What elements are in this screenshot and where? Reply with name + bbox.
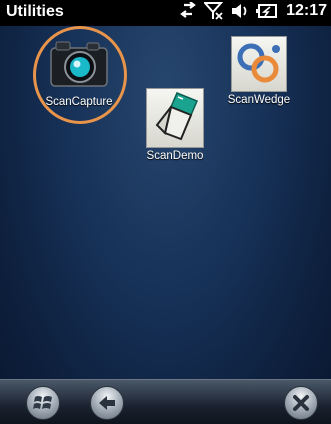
no-signal-icon[interactable] [204,2,224,20]
window-title[interactable]: Utilities [6,3,64,21]
close-button[interactable] [284,386,318,420]
clock-time[interactable]: 12:17 [286,2,327,20]
battery-icon[interactable] [256,2,278,20]
app-scancapture[interactable]: ScanCapture [27,34,131,108]
windows-start-icon [33,396,52,409]
soft-key-bar [0,379,331,424]
status-icons: 12:17 [178,2,327,20]
device-screen: Utilities 12:17 ScanCapture ScanWedge Sc… [0,0,331,424]
scanwedge-rings-icon [231,36,287,92]
back-arrow-icon [99,396,115,410]
back-button[interactable] [90,386,124,420]
start-button[interactable] [26,386,60,420]
app-label: ScanCapture [45,96,113,108]
close-icon [293,395,309,411]
status-bar: Utilities 12:17 [0,0,331,26]
speaker-icon[interactable] [230,2,250,20]
camera-icon [47,34,111,94]
sync-arrows-icon[interactable] [178,2,198,20]
app-label: ScanDemo [146,150,204,162]
app-scandemo[interactable]: ScanDemo [123,88,227,162]
barcode-scanner-icon [146,88,204,148]
